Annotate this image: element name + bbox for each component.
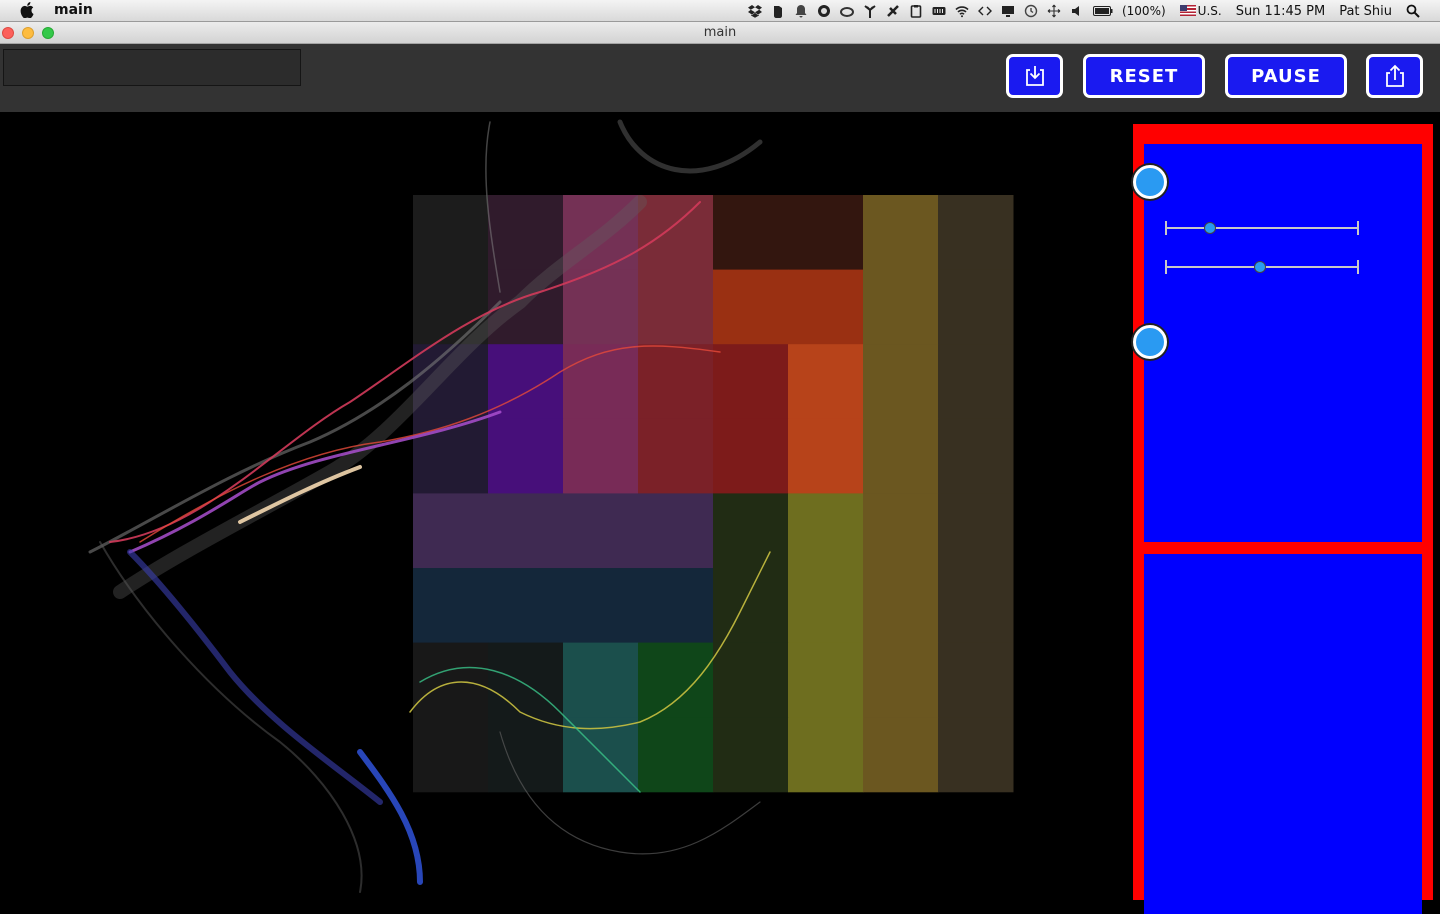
- slider-track: [1165, 227, 1359, 229]
- particle-stream: [238, 465, 362, 524]
- memory-icon[interactable]: [932, 4, 946, 18]
- slider-max-cap: [1357, 221, 1359, 235]
- wifi-icon[interactable]: [955, 4, 969, 18]
- download-tray-icon: [1025, 66, 1044, 86]
- window-title: main: [703, 25, 737, 40]
- status-area: (100%) U.S. Sun 11:45 PM Pat Shiu: [747, 0, 1440, 22]
- input-source-label: U.S.: [1197, 4, 1222, 18]
- toggle-knob-2[interactable]: [1133, 325, 1167, 359]
- time-machine-icon[interactable]: [1024, 4, 1038, 18]
- particle-stream: [88, 300, 502, 554]
- evernote-icon[interactable]: [771, 4, 785, 18]
- export-button[interactable]: [1366, 54, 1423, 98]
- window-title-bar: main: [0, 22, 1440, 44]
- slider-min-cap: [1165, 221, 1167, 235]
- battery-percent: (100%): [1121, 4, 1166, 18]
- particle-stream: [485, 121, 501, 293]
- text-input[interactable]: [3, 49, 301, 86]
- user-menu[interactable]: Pat Shiu: [1339, 4, 1392, 19]
- particle-stream: [419, 666, 641, 793]
- particle-stream: [409, 551, 771, 730]
- volume-icon[interactable]: [1070, 4, 1084, 18]
- gpu-icon[interactable]: [886, 4, 900, 18]
- control-panel-top: [1144, 144, 1422, 542]
- share-icon: [1385, 64, 1404, 87]
- slider-1[interactable]: [1165, 221, 1359, 235]
- clock[interactable]: Sun 11:45 PM: [1236, 4, 1326, 19]
- control-panel: [1133, 124, 1433, 914]
- app-menu-name[interactable]: main: [54, 2, 93, 18]
- slider-thumb[interactable]: [1203, 222, 1216, 234]
- particle-stream: [109, 201, 701, 543]
- battery-icon[interactable]: [1092, 4, 1113, 18]
- display-icon[interactable]: [1001, 4, 1015, 18]
- slider-2[interactable]: [1165, 260, 1359, 274]
- slider-thumb[interactable]: [1254, 261, 1267, 273]
- slider-max-cap: [1357, 260, 1359, 274]
- import-button[interactable]: [1006, 54, 1063, 98]
- particle-stream: [99, 541, 363, 893]
- dropbox-icon[interactable]: [747, 4, 762, 18]
- particle-stream: [113, 195, 647, 599]
- record-icon[interactable]: [817, 4, 831, 18]
- airdrop-icon[interactable]: [863, 4, 877, 18]
- particle-stream: [617, 119, 763, 174]
- creative-cloud-icon[interactable]: [839, 4, 854, 18]
- apple-menu-icon[interactable]: [20, 2, 34, 18]
- code-icon[interactable]: [977, 4, 992, 18]
- menu-bar: main (100%) U.S. Sun 11:45 PM Pat Shiu: [0, 0, 1440, 22]
- pause-button[interactable]: PAUSE: [1225, 54, 1347, 98]
- toggle-knob-1[interactable]: [1133, 165, 1167, 199]
- particle-stream: [357, 749, 423, 885]
- notification-bell-icon[interactable]: [794, 4, 808, 18]
- particle-stream: [127, 549, 383, 805]
- spotlight-search-icon[interactable]: [1406, 4, 1420, 18]
- reset-button[interactable]: RESET: [1083, 54, 1205, 98]
- app-toolbar: RESET PAUSE: [0, 44, 1440, 112]
- move-icon[interactable]: [1047, 4, 1061, 18]
- slider-min-cap: [1165, 260, 1167, 274]
- control-panel-bottom: [1144, 554, 1422, 914]
- clipboard-icon[interactable]: [909, 4, 923, 18]
- us-flag-icon: [1179, 5, 1196, 16]
- input-source-menu[interactable]: U.S.: [1179, 4, 1222, 18]
- particle-stream: [499, 731, 761, 855]
